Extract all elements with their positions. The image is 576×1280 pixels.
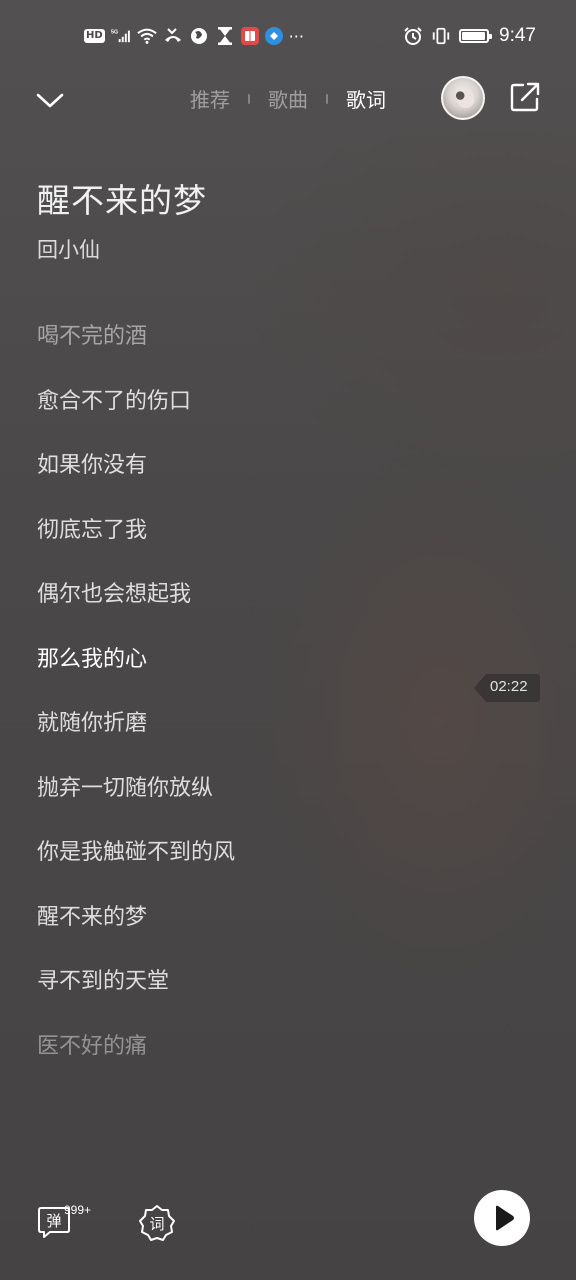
lyric-line[interactable]: 喝不完的酒 [37, 318, 147, 350]
lyric-line[interactable]: 抛弃一切随你放纵 [37, 770, 213, 802]
lyric-label: 词 [149, 1215, 164, 1233]
globe-app-icon [190, 28, 207, 44]
share-icon[interactable] [508, 80, 542, 114]
lyric-settings-icon[interactable]: 词 [138, 1204, 176, 1242]
lyric-line[interactable]: 偶尔也会想起我 [37, 576, 191, 608]
more-notifications-icon: ··· [288, 26, 304, 46]
signal-icon: 5G [111, 30, 130, 43]
avatar-image [449, 86, 477, 110]
seek-time-marker[interactable]: 02:22 [474, 674, 540, 702]
clock: 9:47 [499, 25, 536, 46]
vibrate-icon [432, 27, 450, 45]
browser-app-icon [264, 27, 283, 45]
status-bar: HD 5G ··· 9:47 [0, 0, 576, 72]
lyric-line[interactable]: 就随你折磨 [37, 705, 147, 737]
lyric-line[interactable]: 你是我触碰不到的风 [37, 834, 235, 866]
time-marker-label: 02:22 [490, 678, 528, 695]
lyric-line[interactable]: 彻底忘了我 [37, 512, 147, 544]
svg-text:5G: 5G [111, 30, 118, 36]
avatar[interactable] [441, 76, 485, 120]
alarm-icon [404, 27, 422, 45]
battery-level [462, 32, 485, 40]
lyric-line[interactable]: 寻不到的天堂 [37, 963, 169, 995]
missed-call-icon [164, 28, 181, 42]
danmaku-count-badge: 999+ [64, 1203, 92, 1217]
status-left: HD 5G ··· [84, 24, 304, 48]
lyric-line[interactable]: 醒不来的梦 [37, 899, 147, 931]
book-app-icon [240, 27, 259, 45]
status-right: 9:47 [403, 24, 536, 48]
play-button[interactable] [474, 1190, 530, 1246]
current-lyric-line[interactable]: 那么我的心 [37, 641, 147, 673]
lyric-line[interactable]: 愈合不了的伤口 [37, 383, 191, 415]
tab-bar: 推荐 歌曲 歌词 [190, 84, 386, 113]
hd-icon: HD [84, 29, 105, 43]
tab-lyrics[interactable]: 歌词 [346, 84, 386, 113]
tab-song[interactable]: 歌曲 [268, 84, 308, 113]
tab-divider [326, 93, 328, 104]
bottom-toolbar: 弹 999+ 词 [0, 1190, 576, 1260]
song-artist[interactable]: 回小仙 [37, 234, 100, 264]
wifi-icon [136, 28, 157, 44]
battery-icon [459, 29, 493, 43]
lyric-line[interactable]: 如果你没有 [37, 447, 147, 479]
header: 推荐 歌曲 歌词 [0, 72, 576, 128]
song-title: 醒不来的梦 [37, 181, 207, 220]
tab-recommend[interactable]: 推荐 [190, 84, 230, 113]
danmaku-label: 弹 [46, 1212, 61, 1230]
play-icon [496, 1205, 514, 1231]
collapse-chevron-icon[interactable] [32, 82, 68, 118]
lyric-line[interactable]: 医不好的痛 [37, 1028, 147, 1060]
hourglass-icon [217, 27, 232, 45]
tab-divider [248, 93, 250, 104]
